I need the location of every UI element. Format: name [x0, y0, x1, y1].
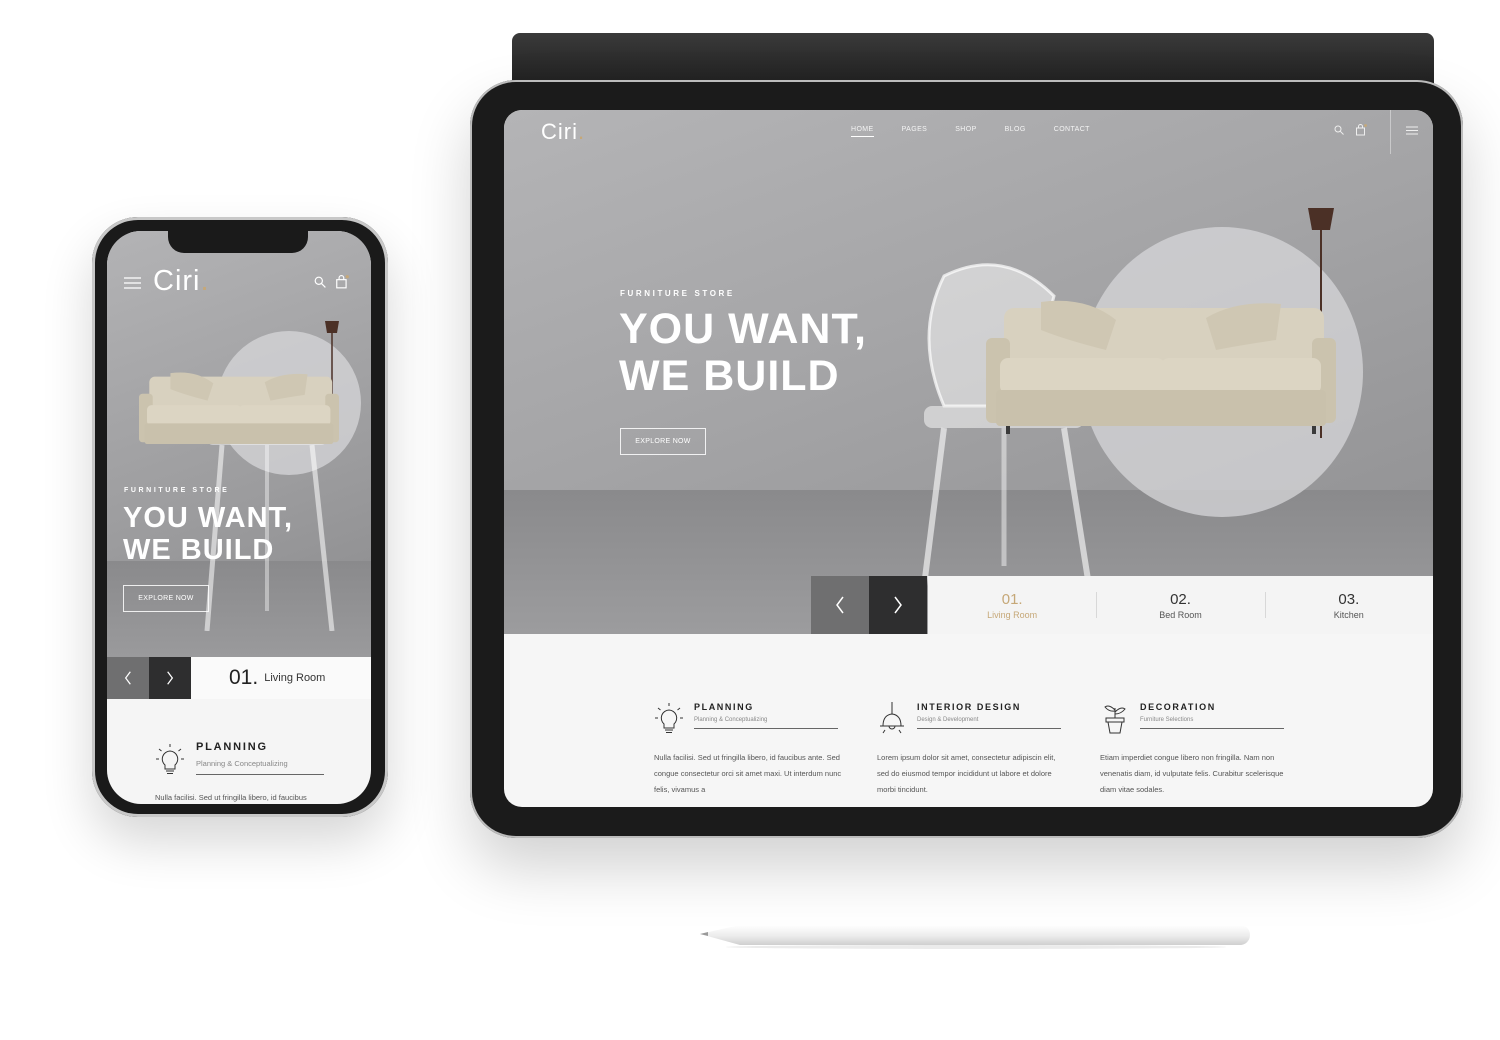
phone-hero-section: Ciri. FURNITURE STORE YOU WANT, WE BUILD… — [107, 231, 371, 657]
brand-logo[interactable]: Ciri. — [153, 265, 210, 298]
explore-now-button[interactable]: EXPLORE NOW — [620, 428, 706, 455]
cart-bag-icon[interactable] — [1355, 124, 1367, 136]
chevron-left-icon — [124, 671, 131, 685]
pendant-lamp-icon — [880, 702, 904, 734]
sofa-image — [986, 300, 1336, 434]
hero-headline: YOU WANT, WE BUILD — [619, 305, 939, 401]
hero-section: Ciri. HOME PAGES SHOP BLOG CONTACT FURNI… — [504, 110, 1433, 634]
stylus-pencil — [700, 925, 1250, 949]
tab-living-room[interactable]: 01. Living Room — [928, 576, 1096, 634]
feature-title: INTERIOR DESIGN — [917, 702, 1022, 712]
tab-number: 01. — [229, 666, 259, 689]
hero-headline-line1: YOU WANT, — [619, 305, 867, 353]
iphone-screen: Ciri. FURNITURE STORE YOU WANT, WE BUILD… — [107, 231, 371, 804]
phone-hero-headline: YOU WANT, WE BUILD — [123, 502, 343, 567]
tab-label: Living Room — [264, 672, 326, 684]
phone-slider-next-button[interactable] — [149, 657, 191, 699]
nav-item-home[interactable]: HOME — [851, 126, 874, 137]
feature-text: Nulla facilisi. Sed ut fringilla libero,… — [155, 793, 307, 802]
cart-bag-icon[interactable] — [335, 275, 349, 289]
feature-subtitle: Planning & Conceptualizing — [196, 759, 324, 775]
iphone-notch — [168, 231, 308, 253]
nav-divider — [1390, 110, 1391, 154]
feature-text: Etiam imperdiet congue libero non fringi… — [1100, 753, 1284, 794]
slider-prev-button[interactable] — [811, 576, 869, 634]
search-icon[interactable] — [1334, 125, 1344, 135]
feature-title: PLANNING — [196, 741, 268, 753]
lightbulb-icon — [655, 703, 683, 733]
slider-arrows — [811, 576, 927, 634]
hero-eyebrow: FURNITURE STORE — [620, 289, 735, 298]
feature-text: Lorem ipsum dolor sit amet, consectetur … — [877, 753, 1056, 794]
feature-title: DECORATION — [1140, 702, 1216, 712]
brand-logo[interactable]: Ciri. — [541, 119, 585, 145]
phone-slider-arrows — [107, 657, 191, 699]
feature-subtitle: Planning & Conceptualizing — [694, 717, 838, 729]
room-tabs: 01. Living Room 02. Bed Room 03. Kitchen — [928, 576, 1433, 634]
tab-kitchen[interactable]: 03. Kitchen — [1264, 576, 1433, 634]
ipad-screen: Ciri. HOME PAGES SHOP BLOG CONTACT FURNI… — [504, 110, 1433, 807]
phone-sofa-image — [139, 372, 339, 444]
nav-icons — [1334, 124, 1367, 136]
slider-next-button[interactable] — [869, 576, 927, 634]
tab-number: 01. — [1001, 590, 1023, 608]
chevron-left-icon — [836, 596, 844, 614]
nav-item-shop[interactable]: SHOP — [955, 126, 976, 137]
phone-hero-headline-line2: WE BUILD — [123, 533, 275, 566]
tab-label: Bed Room — [1159, 609, 1202, 620]
plant-pot-icon — [1104, 705, 1126, 734]
tab-label: Living Room — [987, 609, 1038, 620]
ipad-top-nav: Ciri. HOME PAGES SHOP BLOG CONTACT — [504, 110, 1433, 154]
chevron-right-icon — [167, 671, 174, 685]
main-menu: HOME PAGES SHOP BLOG CONTACT — [851, 126, 1118, 137]
feature-text: Nulla facilisi. Sed ut fringilla libero,… — [654, 753, 842, 794]
phone-hero-eyebrow: FURNITURE STORE — [124, 487, 230, 494]
tab-bed-room[interactable]: 02. Bed Room — [1096, 576, 1264, 634]
nav-item-pages[interactable]: PAGES — [902, 126, 928, 137]
phone-tab-living-room[interactable]: 01. Living Room — [191, 657, 371, 699]
tab-label: Kitchen — [1333, 609, 1364, 620]
hamburger-menu-icon[interactable] — [124, 277, 141, 289]
tab-number: 02. — [1170, 590, 1191, 608]
nav-item-blog[interactable]: BLOG — [1005, 126, 1026, 137]
nav-item-contact[interactable]: CONTACT — [1054, 126, 1090, 137]
chevron-right-icon — [894, 596, 902, 614]
feature-title: PLANNING — [694, 702, 754, 712]
feature-subtitle: Design & Development — [917, 717, 1061, 729]
hero-headline-line2: WE BUILD — [619, 352, 840, 401]
search-icon[interactable] — [314, 276, 326, 288]
phone-hero-headline-line1: YOU WANT, — [123, 502, 294, 534]
feature-subtitle: Furniture Selections — [1140, 717, 1284, 729]
hamburger-menu-icon[interactable] — [1406, 126, 1418, 135]
lightbulb-icon — [156, 744, 184, 774]
tab-number: 03. — [1338, 590, 1360, 608]
phone-explore-now-button[interactable]: EXPLORE NOW — [123, 585, 209, 612]
phone-nav-icons — [314, 275, 349, 289]
phone-slider-prev-button[interactable] — [107, 657, 149, 699]
